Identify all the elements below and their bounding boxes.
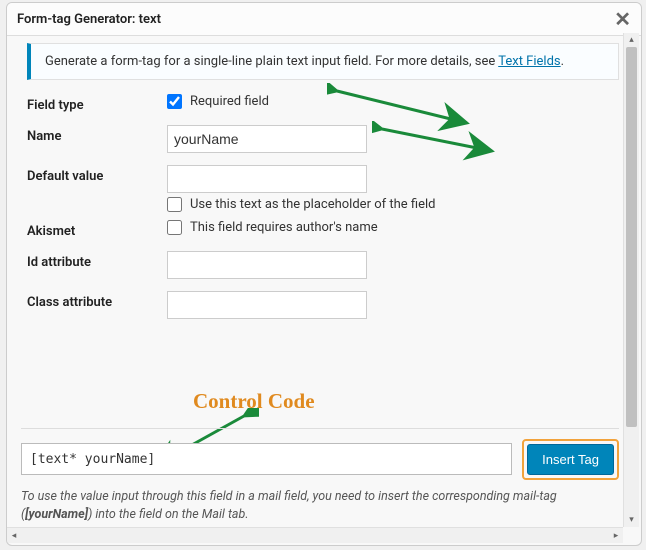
placeholder-label: Use this text as the placeholder of the … bbox=[190, 197, 435, 212]
scroll-left-icon[interactable]: ◂ bbox=[7, 528, 21, 543]
modal-body: Generate a form-tag for a single-line pl… bbox=[7, 33, 641, 545]
label-id-attribute: Id attribute bbox=[27, 251, 167, 270]
row-field-type: Field type Required field bbox=[27, 94, 619, 113]
banner-suffix: . bbox=[561, 54, 564, 69]
footer-zone: Insert Tag To use the value input throug… bbox=[21, 428, 619, 526]
label-akismet: Akismet bbox=[27, 220, 167, 239]
row-default-value: Default value Use this text as the place… bbox=[27, 165, 619, 216]
form-tag-output[interactable] bbox=[21, 443, 512, 475]
label-name: Name bbox=[27, 125, 167, 144]
modal-title: Form-tag Generator: text bbox=[17, 12, 161, 27]
form-tag-generator-modal: Form-tag Generator: text ✕ Generate a fo… bbox=[6, 2, 642, 546]
scroll-thumb[interactable] bbox=[626, 47, 637, 427]
required-label: Required field bbox=[190, 94, 269, 109]
scroll-up-icon[interactable]: ▴ bbox=[624, 33, 639, 47]
default-value-input[interactable] bbox=[167, 165, 367, 193]
class-attribute-input[interactable] bbox=[167, 291, 367, 319]
form-grid: Field type Required field Name Default v… bbox=[21, 94, 625, 319]
modal-titlebar: Form-tag Generator: text ✕ bbox=[7, 3, 641, 36]
vertical-scrollbar[interactable]: ▴ ▾ bbox=[623, 33, 639, 527]
insert-tag-button[interactable]: Insert Tag bbox=[527, 444, 614, 475]
divider bbox=[21, 428, 619, 429]
banner-text: Generate a form-tag for a single-line pl… bbox=[45, 54, 498, 69]
required-field-option[interactable]: Required field bbox=[167, 94, 619, 109]
label-default-value: Default value bbox=[27, 165, 167, 184]
info-banner: Generate a form-tag for a single-line pl… bbox=[27, 43, 619, 80]
placeholder-option[interactable]: Use this text as the placeholder of the … bbox=[167, 197, 619, 212]
scroll-down-icon[interactable]: ▾ bbox=[624, 513, 639, 527]
row-id-attribute: Id attribute bbox=[27, 251, 619, 279]
akismet-label: This field requires author's name bbox=[190, 220, 378, 235]
row-class-attribute: Class attribute bbox=[27, 291, 619, 319]
label-class-attribute: Class attribute bbox=[27, 291, 167, 310]
placeholder-checkbox[interactable] bbox=[167, 197, 182, 212]
text-fields-link[interactable]: Text Fields bbox=[498, 54, 560, 69]
label-field-type: Field type bbox=[27, 94, 167, 113]
id-attribute-input[interactable] bbox=[167, 251, 367, 279]
insert-row: Insert Tag bbox=[21, 439, 619, 480]
insert-tag-highlight: Insert Tag bbox=[522, 439, 619, 480]
row-akismet: Akismet This field requires author's nam… bbox=[27, 220, 619, 239]
row-name: Name bbox=[27, 125, 619, 153]
horizontal-scrollbar[interactable]: ◂ ▸ bbox=[7, 527, 623, 543]
footer-hint: To use the value input through this fiel… bbox=[21, 488, 619, 526]
akismet-option[interactable]: This field requires author's name bbox=[167, 220, 619, 235]
close-icon[interactable]: ✕ bbox=[614, 9, 631, 29]
akismet-checkbox[interactable] bbox=[167, 220, 182, 235]
annotation-control-code: Control Code bbox=[193, 389, 315, 414]
required-checkbox[interactable] bbox=[167, 94, 182, 109]
scroll-right-icon[interactable]: ▸ bbox=[609, 528, 623, 543]
name-input[interactable] bbox=[167, 125, 367, 153]
